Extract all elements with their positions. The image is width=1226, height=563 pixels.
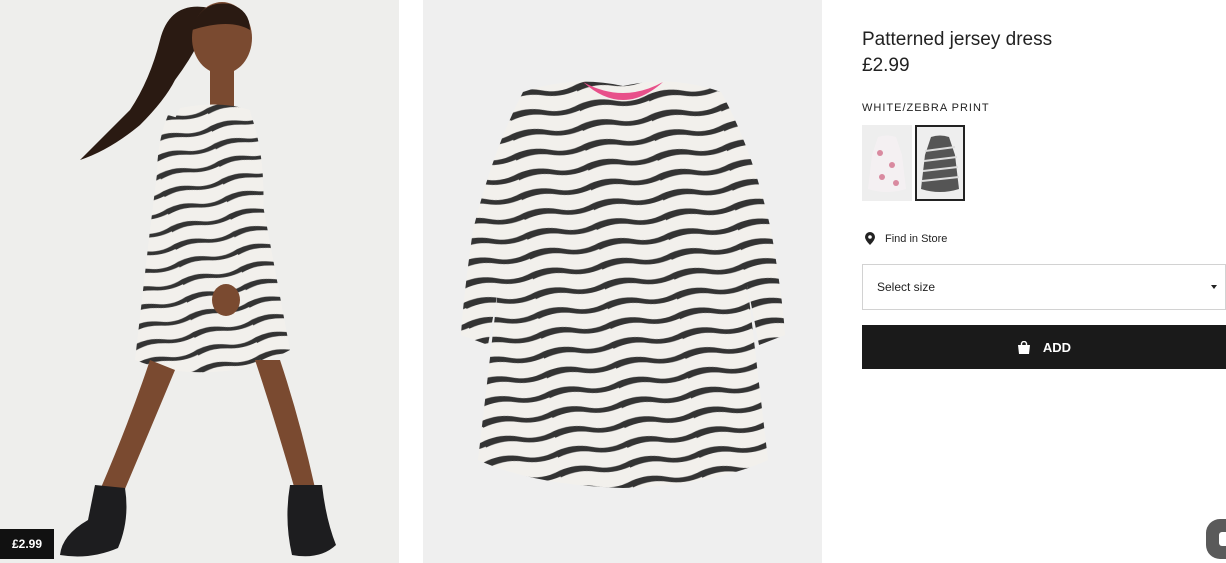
- product-title: Patterned jersey dress: [862, 29, 1053, 50]
- chevron-down-icon: [1211, 285, 1217, 289]
- product-image[interactable]: [423, 0, 822, 563]
- floral-dress-thumbnail: [862, 125, 912, 201]
- product-page: £2.99 Patterned jersey dress £2.99 WHITE…: [0, 0, 1226, 563]
- model-illustration: [60, 2, 336, 557]
- shopping-bag-icon: [1017, 340, 1030, 354]
- image-price-tag: £2.99: [0, 529, 55, 559]
- chat-icon[interactable]: [1206, 519, 1226, 559]
- zebra-dress-thumbnail: [917, 127, 963, 199]
- size-select-placeholder: Select size: [877, 280, 936, 294]
- product-info: Patterned jersey dress £2.99 WHITE/ZEBRA…: [862, 28, 1226, 369]
- color-name: WHITE/ZEBRA PRINT: [862, 102, 990, 114]
- swatch-zebra[interactable]: [915, 125, 965, 201]
- map-pin-icon: [865, 232, 875, 245]
- dress-illustration: [461, 81, 785, 488]
- model-image[interactable]: £2.99: [0, 0, 399, 563]
- add-to-bag-button[interactable]: ADD: [862, 325, 1226, 369]
- color-swatches: [862, 125, 1226, 201]
- add-button-label: ADD: [1042, 339, 1072, 355]
- find-in-store-label: Find in Store: [885, 232, 948, 245]
- find-in-store-link[interactable]: Find in Store: [862, 232, 1226, 245]
- swatch-floral[interactable]: [862, 125, 912, 201]
- product-price: £2.99: [862, 55, 910, 76]
- size-select[interactable]: Select size: [862, 264, 1226, 310]
